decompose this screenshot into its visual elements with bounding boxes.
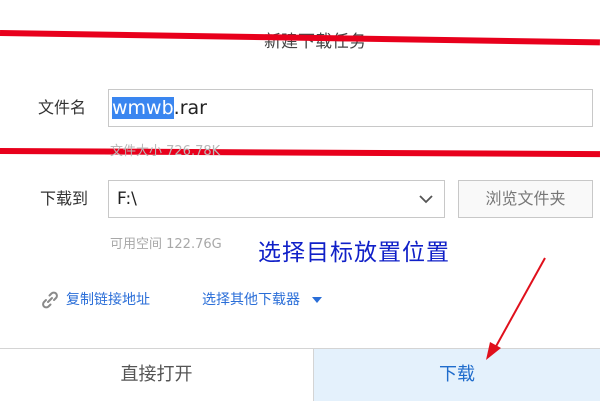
filename-selected-text: wmwb xyxy=(112,97,174,119)
free-space-text: 可用空间 122.76G xyxy=(110,237,222,252)
link-icon xyxy=(42,291,58,309)
destination-value: F:\ xyxy=(117,189,137,209)
copy-link-address-link[interactable]: 复制链接地址 xyxy=(66,290,150,310)
red-highlight-line-bottom xyxy=(0,148,600,158)
open-directly-button[interactable]: 直接打开 xyxy=(0,349,314,401)
other-downloader-link[interactable]: 选择其他下载器 xyxy=(202,290,323,310)
destination-select[interactable]: F:\ xyxy=(108,180,445,218)
chevron-down-icon xyxy=(419,195,433,204)
other-downloader-label: 选择其他下载器 xyxy=(202,292,300,308)
annotation-text: 选择目标放置位置 xyxy=(258,240,450,266)
destination-label: 下载到 xyxy=(40,189,89,208)
filename-input[interactable]: wmwb.rar xyxy=(108,89,593,127)
caret-down-icon xyxy=(312,297,323,303)
filename-label: 文件名 xyxy=(38,98,87,117)
browse-folder-button[interactable]: 浏览文件夹 xyxy=(458,180,593,218)
filename-extension: .rar xyxy=(173,97,207,119)
download-button[interactable]: 下载 xyxy=(314,349,600,401)
file-size-text: 文件大小 726.78K xyxy=(110,144,221,159)
dialog-footer: 直接打开 下载 xyxy=(0,348,600,401)
new-download-dialog: 新建下载任务 文件名 wmwb.rar 文件大小 726.78K 下载到 F:\… xyxy=(0,0,600,401)
